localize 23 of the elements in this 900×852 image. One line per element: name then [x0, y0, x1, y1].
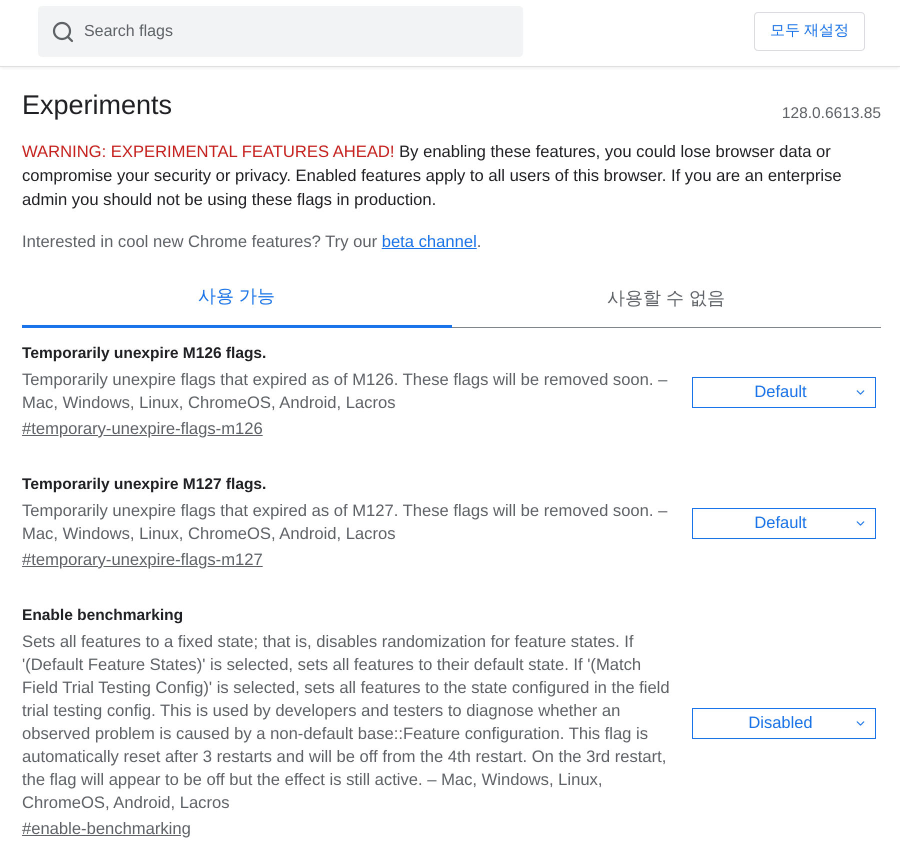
flag-state-dropdown[interactable]: Default: [692, 376, 876, 408]
tab[interactable]: 사용할 수 없음: [452, 268, 881, 328]
beta-channel-link[interactable]: beta channel: [382, 232, 477, 251]
flag-description: Sets all features to a fixed state; that is, disables randomization for feature states. If '(Default Feature States)' is selected, sets all features to their default state. If '(Match Field Trial Testing Config)' is selected, sets all features to the state configured in the field trial testing config. This is used by developers and testers to diagnose whether an observed problem is caused by a non-default base::Feature configuration. This flag is automatically reset after 3 restarts and will be off from the 4th restart. On the 3rd restart, the flag will appear to be off but the effect is still active. – Mac, Windows, Linux, ChromeOS, Android, Lacros: [22, 631, 671, 814]
flag-state-dropdown[interactable]: Disabled: [692, 708, 876, 738]
reset-all-button[interactable]: 모두 재설정: [754, 12, 865, 51]
search-field[interactable]: Search flags: [38, 6, 523, 57]
tab[interactable]: 사용 가능: [22, 268, 452, 328]
flag-title: Enable benchmarking: [22, 606, 184, 626]
warning-text: WARNING: EXPERIMENTAL FEATURES AHEAD! By enabling these features, you could lose browser data or compromise your security or privacy. Enabled features apply to all users of this browser. If you are an enterprise admin you should not be using these flags in production.: [22, 141, 843, 211]
page-title: Experiments: [22, 89, 172, 121]
flag-anchor-link[interactable]: #enable-benchmarking: [22, 817, 191, 840]
intro-text: Interested in cool new Chrome features? Try our beta channel.: [22, 231, 482, 253]
search-icon: [51, 20, 75, 44]
flag-description: Temporarily unexpire flags that expired as of M127. These flags will be removed soon. – Mac, Windows, Linux, ChromeOS, Android, Lacros: [22, 500, 668, 545]
flag-title: Temporarily unexpire M126 flags.: [22, 344, 268, 364]
flag-anchor-link[interactable]: #temporary-unexpire-flags-m127: [22, 548, 263, 571]
version-number: 128.0.6613.85: [782, 104, 881, 124]
flag-title: Temporarily unexpire M127 flags.: [22, 475, 268, 495]
flag-state-dropdown[interactable]: Default: [692, 508, 876, 538]
search-input[interactable]: Search flags: [84, 20, 523, 44]
flag-description: Temporarily unexpire flags that expired as of M126. These flags will be removed soon. – Mac, Windows, Linux, ChromeOS, Android, Lacros: [22, 369, 668, 414]
flag-anchor-link[interactable]: #temporary-unexpire-flags-m126: [22, 417, 263, 440]
